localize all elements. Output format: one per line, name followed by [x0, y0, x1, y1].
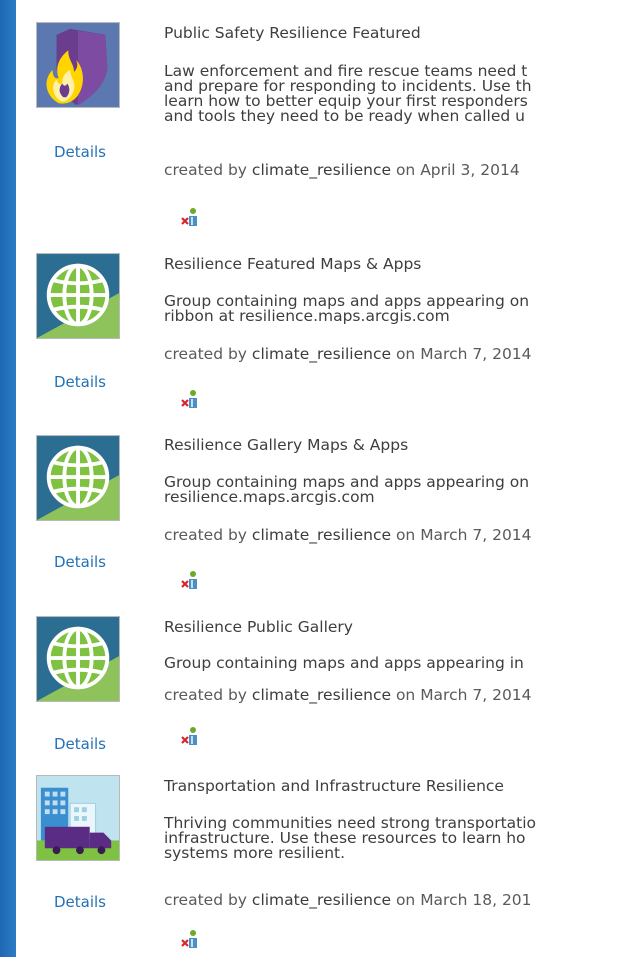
on-label: on	[395, 345, 416, 363]
group-title[interactable]: Resilience Featured Maps & Apps	[164, 255, 421, 273]
leave-group-icon[interactable]	[180, 206, 202, 228]
created-by-label: created by	[164, 526, 247, 544]
group-thumbnail[interactable]	[36, 775, 120, 861]
group-thumbnail[interactable]	[36, 616, 120, 702]
description-line: resilience.maps.arcgis.com	[164, 488, 375, 506]
owner-name[interactable]: climate_resilience	[252, 161, 391, 179]
group-meta: created by climate_resilience on April 3…	[164, 161, 520, 179]
globe-icon	[37, 254, 119, 338]
created-date: March 18, 201	[420, 891, 532, 909]
group-description: Law enforcement and fire rescue teams ne…	[164, 63, 618, 125]
owner-name[interactable]: climate_resilience	[252, 345, 391, 363]
group-title[interactable]: Resilience Gallery Maps & Apps	[164, 436, 408, 454]
groups-panel: Details Public Safety Resilience Feature…	[20, 2, 618, 957]
created-date: March 7, 2014	[420, 686, 532, 704]
on-label: on	[395, 526, 416, 544]
group-title[interactable]: Transportation and Infrastructure Resili…	[164, 777, 504, 795]
group-description: Group containing maps and apps appearing…	[164, 654, 618, 672]
group-meta: created by climate_resilience on March 7…	[164, 345, 532, 363]
group-thumbnail[interactable]	[36, 22, 120, 108]
created-by-label: created by	[164, 891, 247, 909]
on-label: on	[395, 686, 416, 704]
description-line: Group containing maps and apps appearing…	[164, 654, 524, 672]
details-link[interactable]: Details	[54, 373, 106, 391]
details-link[interactable]: Details	[54, 735, 106, 753]
on-label: on	[395, 161, 416, 179]
details-link[interactable]: Details	[54, 893, 106, 911]
created-date: March 7, 2014	[420, 345, 532, 363]
leave-group-icon[interactable]	[180, 928, 202, 950]
leave-group-icon[interactable]	[180, 569, 202, 591]
created-date: March 7, 2014	[420, 526, 532, 544]
owner-name[interactable]: climate_resilience	[252, 526, 391, 544]
details-link[interactable]: Details	[54, 553, 106, 571]
group-title[interactable]: Public Safety Resilience Featured	[164, 24, 421, 42]
group-thumbnail[interactable]	[36, 253, 120, 339]
created-by-label: created by	[164, 686, 247, 704]
description-line: ribbon at resilience.maps.arcgis.com	[164, 307, 450, 325]
shield-flame-icon	[37, 23, 119, 107]
group-thumbnail[interactable]	[36, 435, 120, 521]
leave-group-icon[interactable]	[180, 725, 202, 747]
globe-icon	[37, 436, 119, 520]
created-by-label: created by	[164, 161, 247, 179]
group-title[interactable]: Resilience Public Gallery	[164, 618, 353, 636]
created-date: April 3, 2014	[420, 161, 520, 179]
description-line: and tools they need to be ready when cal…	[164, 107, 525, 125]
group-description: Thriving communities need strong transpo…	[164, 815, 618, 862]
created-by-label: created by	[164, 345, 247, 363]
description-line: systems more resilient.	[164, 844, 346, 862]
group-description: Group containing maps and apps appearing…	[164, 474, 618, 506]
on-label: on	[395, 891, 416, 909]
group-meta: created by climate_resilience on March 7…	[164, 686, 532, 704]
owner-name[interactable]: climate_resilience	[252, 891, 391, 909]
globe-icon	[37, 617, 119, 701]
leave-group-icon[interactable]	[180, 388, 202, 410]
owner-name[interactable]: climate_resilience	[252, 686, 391, 704]
group-meta: created by climate_resilience on March 7…	[164, 526, 532, 544]
truck-building-icon	[37, 776, 119, 860]
group-meta: created by climate_resilience on March 1…	[164, 891, 532, 909]
details-link[interactable]: Details	[54, 143, 106, 161]
group-description: Group containing maps and apps appearing…	[164, 293, 618, 325]
